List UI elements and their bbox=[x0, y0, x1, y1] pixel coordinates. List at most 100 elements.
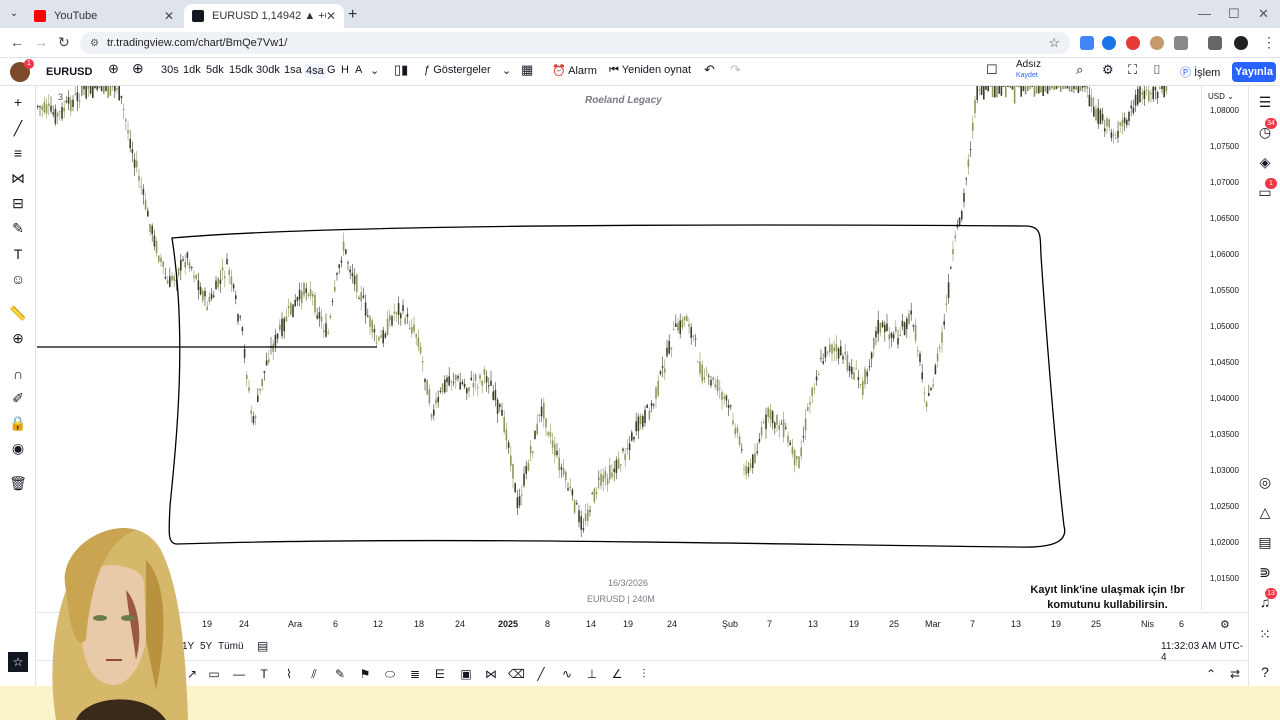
magnet-icon[interactable]: ∩ bbox=[8, 364, 28, 384]
emoji-icon[interactable]: ☺ bbox=[8, 269, 28, 289]
publish-button[interactable]: Yayınla bbox=[1232, 62, 1276, 82]
apps-grid-icon[interactable]: ⁙ bbox=[1255, 624, 1275, 644]
redo-icon[interactable]: ↷ bbox=[730, 62, 741, 78]
timeframe-1dk[interactable]: 1dk bbox=[183, 64, 201, 76]
alert-button[interactable]: ⏰ Alarm bbox=[552, 64, 597, 77]
close-icon[interactable]: ✕ bbox=[164, 9, 174, 23]
forward-icon[interactable]: → bbox=[34, 34, 48, 50]
browser-menu-icon[interactable]: ⋮ bbox=[1262, 34, 1276, 51]
trash-icon[interactable]: 🗑 bbox=[8, 473, 28, 493]
trend-line-icon[interactable]: ╱ bbox=[8, 118, 28, 138]
currency-label[interactable]: USD ⌄ bbox=[1208, 92, 1234, 101]
image-icon[interactable]: ▣ bbox=[458, 666, 474, 682]
comment-icon[interactable]: ▭ bbox=[206, 666, 222, 682]
tab-youtube[interactable]: YouTube ✕ bbox=[26, 4, 182, 28]
user-avatar[interactable]: 1 bbox=[10, 59, 34, 82]
time-axis[interactable]: ⚙ 13 19 24 Ara 6 12 18 24 2025 8 14 19 24 Şub 7 13 19 25 M… bbox=[37, 612, 1248, 634]
layouts-icon[interactable]: ▦ bbox=[521, 62, 533, 78]
chevron-up-icon[interactable]: ⌃ bbox=[1203, 666, 1219, 682]
tab-tradingview[interactable]: EURUSD 1,14942 ▲ +0.68% Ad ✕ bbox=[184, 4, 344, 28]
back-icon[interactable]: ← bbox=[10, 34, 24, 50]
timeframe-5dk[interactable]: 5dk bbox=[206, 64, 224, 76]
prediction-icon[interactable]: ⊟ bbox=[8, 193, 28, 213]
path-icon[interactable]: ⌇ bbox=[281, 666, 297, 682]
fib-icon[interactable]: ≡ bbox=[8, 143, 28, 163]
lock-drawing-icon[interactable]: ✐ bbox=[8, 388, 28, 408]
timeframe-4sa[interactable]: 4sa bbox=[304, 64, 326, 78]
timeframe-g[interactable]: G bbox=[327, 64, 336, 76]
brush-icon[interactable]: ╱ bbox=[533, 666, 549, 682]
date-range-icon[interactable]: ▤ bbox=[257, 639, 268, 653]
crosshair-icon[interactable]: + bbox=[8, 92, 28, 112]
price-axis[interactable]: USD ⌄ 1,08000 1,07500 1,07000 1,06500 1,0600… bbox=[1201, 86, 1248, 610]
fib-retracement-icon[interactable]: ≣ bbox=[407, 666, 423, 682]
candles-icon[interactable]: ▯▮ bbox=[394, 62, 408, 78]
maximize-icon[interactable]: ☐ bbox=[1228, 6, 1240, 22]
indicators-button[interactable]: ƒ Göstergeler bbox=[424, 64, 491, 76]
brush-icon[interactable]: ✎ bbox=[8, 218, 28, 238]
xabcd-pattern-icon[interactable]: ⋈ bbox=[483, 666, 499, 682]
close-window-icon[interactable]: ✕ bbox=[1258, 6, 1269, 22]
eraser-icon[interactable]: ⌫ bbox=[508, 666, 525, 682]
tab-search-button[interactable]: ⌄ bbox=[6, 6, 22, 22]
bookmark-star-icon[interactable]: ☆ bbox=[1048, 35, 1060, 51]
camera-icon[interactable]: ⌷ bbox=[1153, 62, 1161, 78]
extension-icon[interactable] bbox=[1102, 36, 1116, 50]
timeframe-15dk[interactable]: 15dk bbox=[229, 64, 253, 76]
undo-icon[interactable]: ↶ bbox=[704, 62, 715, 78]
gear-icon[interactable]: ⚙ bbox=[1102, 62, 1114, 78]
extension-icon[interactable] bbox=[1150, 36, 1164, 50]
price-chart[interactable] bbox=[37, 86, 1201, 610]
swap-icon[interactable]: ⇄ bbox=[1227, 666, 1243, 682]
url-input[interactable]: ⚙ tr.tradingview.com/chart/BmQe7Vw1/ ☆ bbox=[80, 32, 1070, 54]
horizontal-line-icon[interactable]: — bbox=[231, 666, 247, 682]
target-icon[interactable]: ◎ bbox=[1255, 472, 1275, 492]
fib-channel-icon[interactable]: ⋿ bbox=[432, 666, 448, 682]
reload-icon[interactable]: ↻ bbox=[58, 34, 70, 51]
profile-avatar[interactable] bbox=[1234, 36, 1248, 50]
favorite-star-icon[interactable]: ☆ bbox=[8, 652, 28, 672]
close-icon[interactable]: ✕ bbox=[326, 9, 336, 23]
chevron-down-icon[interactable]: ⌄ bbox=[502, 64, 511, 77]
help-icon[interactable]: ? bbox=[1255, 662, 1275, 682]
site-info-icon[interactable]: ⚙ bbox=[90, 38, 99, 49]
chevron-down-icon[interactable]: ⌄ bbox=[370, 64, 379, 77]
layers-icon[interactable]: ◈ bbox=[1255, 152, 1275, 172]
ruler-icon[interactable]: 📏 bbox=[8, 303, 28, 323]
timeframe-h[interactable]: H bbox=[341, 64, 349, 76]
adblock-icon[interactable] bbox=[1126, 36, 1140, 50]
eye-icon[interactable]: ◉ bbox=[8, 438, 28, 458]
zoom-in-icon[interactable]: ⊕ bbox=[8, 328, 28, 348]
trade-button[interactable]: Ⓟ İşlem bbox=[1180, 64, 1220, 80]
fullscreen-icon[interactable]: ⛶ bbox=[1128, 62, 1137, 78]
settings-sliders-icon[interactable]: ⫶ bbox=[636, 666, 652, 682]
pencil-icon[interactable]: ✎ bbox=[332, 666, 348, 682]
new-tab-button[interactable]: + bbox=[348, 6, 357, 24]
watchlist-icon[interactable]: ☰ bbox=[1255, 92, 1275, 112]
chat-icon[interactable]: ▭ 1 bbox=[1255, 178, 1277, 202]
flag-icon[interactable]: ⚑ bbox=[357, 666, 373, 682]
timeframe-1sa[interactable]: 1sa bbox=[284, 64, 302, 76]
extension-icon[interactable] bbox=[1080, 36, 1094, 50]
layout-name-button[interactable]: Adsız Kaydet bbox=[1016, 60, 1041, 80]
minimize-icon[interactable]: — bbox=[1198, 6, 1211, 21]
fullscreen-square-icon[interactable]: ☐ bbox=[986, 62, 998, 78]
text-icon[interactable]: T bbox=[256, 666, 272, 682]
curve-icon[interactable]: ∿ bbox=[559, 666, 575, 682]
reading-list-icon[interactable] bbox=[1208, 36, 1222, 50]
angle-icon[interactable]: ∠ bbox=[609, 666, 625, 682]
notification-bell-icon[interactable]: ♫ 13 bbox=[1255, 588, 1277, 612]
ellipse-icon[interactable]: ⬭ bbox=[382, 666, 398, 682]
range-5y[interactable]: 5Y bbox=[200, 641, 212, 652]
search-icon[interactable]: ⌕ bbox=[1076, 62, 1083, 78]
range-box-drawing[interactable] bbox=[168, 224, 1066, 548]
range-all[interactable]: Tümü bbox=[218, 641, 244, 652]
alerts-clock-icon[interactable]: ◷ 34 bbox=[1255, 118, 1277, 142]
axis-settings-icon[interactable]: ⚙ bbox=[1220, 618, 1230, 631]
parallel-channel-icon[interactable]: ⫽ bbox=[306, 666, 322, 682]
add-symbol-icon[interactable]: ⊕ bbox=[132, 60, 144, 77]
calendar-icon[interactable]: ▤ bbox=[1255, 532, 1275, 552]
replay-button[interactable]: ⏮ Yeniden oynat bbox=[609, 64, 691, 77]
ideas-icon[interactable]: △ bbox=[1255, 502, 1275, 522]
extensions-puzzle-icon[interactable] bbox=[1174, 36, 1188, 50]
